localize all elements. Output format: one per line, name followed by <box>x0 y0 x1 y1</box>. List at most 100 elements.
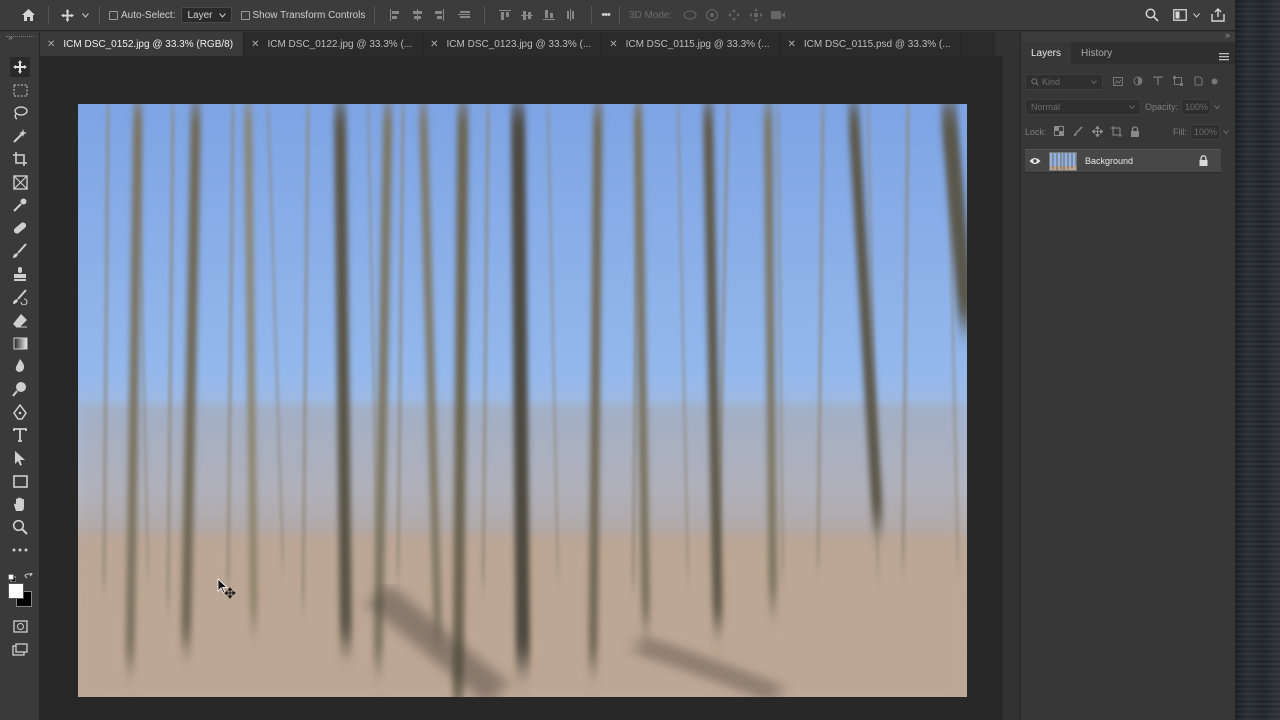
chevron-down-icon[interactable] <box>1223 130 1229 134</box>
toolbar-grip[interactable] <box>6 36 34 40</box>
lock-artboard-icon[interactable] <box>1110 125 1123 139</box>
foreground-color-swatch[interactable] <box>8 583 24 599</box>
gradient-tool-button[interactable] <box>10 333 30 353</box>
collapse-icon[interactable]: » <box>1225 30 1230 40</box>
rectangular-marquee-icon <box>13 84 27 96</box>
tab-icm-dsc-0115-psd[interactable]: ✕ ICM DSC_0115.psd @ 33.3% (... <box>781 32 962 56</box>
swap-colors-icon[interactable] <box>24 569 33 579</box>
layer-row-background[interactable]: Background <box>1025 149 1221 173</box>
frame-tool-button[interactable] <box>10 172 30 192</box>
quick-select-tool-button[interactable] <box>10 126 30 146</box>
kind-filter-dropdown[interactable]: Kind <box>1025 74 1103 90</box>
edit-toolbar-button[interactable] <box>10 540 30 560</box>
3d-rotate-icon[interactable] <box>682 9 698 21</box>
hand-tool-button[interactable] <box>10 494 30 514</box>
move-tool-button[interactable] <box>10 57 30 77</box>
lock-transparent-pixels-icon[interactable] <box>1053 126 1066 138</box>
panel-menu-icon[interactable] <box>1219 48 1229 61</box>
zoom-tool-button[interactable] <box>10 517 30 537</box>
auto-select-target-dropdown[interactable]: Layer <box>181 7 232 23</box>
eyedropper-tool-button[interactable] <box>10 195 30 215</box>
fill-value: 100% <box>1194 127 1218 137</box>
dodge-tool-button[interactable] <box>10 379 30 399</box>
eye-icon[interactable] <box>1025 157 1045 165</box>
quick-mask-button[interactable] <box>10 616 30 636</box>
align-left-icon[interactable] <box>389 9 401 21</box>
filter-toggle-icon[interactable] <box>1211 77 1219 87</box>
blend-mode-dropdown[interactable]: Normal <box>1025 99 1141 115</box>
healing-brush-tool-button[interactable] <box>10 218 30 238</box>
close-icon[interactable]: ✕ <box>788 39 796 50</box>
blur-tool-button[interactable] <box>10 356 30 376</box>
chevron-down-icon[interactable] <box>1214 105 1220 109</box>
3d-scale-icon[interactable] <box>770 9 786 21</box>
distribute-vertical-icon[interactable] <box>565 9 577 21</box>
tab-layers[interactable]: Layers <box>1021 42 1072 64</box>
default-colors-icon[interactable] <box>8 569 17 583</box>
align-bottom-icon[interactable] <box>543 9 556 21</box>
align-vertical-center-icon[interactable] <box>521 9 534 21</box>
share-icon[interactable] <box>1209 8 1227 22</box>
path-select-tool-button[interactable] <box>10 448 30 468</box>
show-transform-checkbox[interactable] <box>240 10 250 20</box>
brush-icon <box>13 243 27 258</box>
search-icon[interactable] <box>1143 8 1161 22</box>
3d-pan-icon[interactable] <box>726 8 742 22</box>
pen-tool-button[interactable] <box>10 402 30 422</box>
blend-row: Normal Opacity: 100% <box>1025 98 1229 116</box>
eraser-tool-button[interactable] <box>10 310 30 330</box>
tab-icm-dsc-0115-jpg[interactable]: ✕ ICM DSC_0115.jpg @ 33.3% (... <box>602 32 781 56</box>
rectangle-tool-button[interactable] <box>10 471 30 491</box>
align-right-icon[interactable] <box>433 9 445 21</box>
shape-filter-icon[interactable] <box>1173 76 1185 88</box>
pixel-filter-icon[interactable] <box>1113 76 1125 88</box>
auto-select-target-value: Layer <box>187 9 213 21</box>
move-tool-icon[interactable] <box>58 6 76 24</box>
lock-image-pixels-icon[interactable] <box>1073 126 1085 138</box>
tools-panel: » <box>0 32 40 720</box>
tab-icm-dsc-0152-jpg[interactable]: ✕ ICM DSC_0152.jpg @ 33.3% (RGB/8) <box>40 32 245 56</box>
workspace-icon[interactable] <box>1171 9 1189 21</box>
history-brush-tool-button[interactable] <box>10 287 30 307</box>
clone-stamp-tool-button[interactable] <box>10 264 30 284</box>
close-icon[interactable]: ✕ <box>430 39 438 50</box>
chevron-down-icon <box>1091 80 1097 84</box>
opacity-input[interactable]: 100% <box>1181 99 1212 115</box>
search-icon <box>1031 78 1039 86</box>
auto-select-checkbox[interactable] <box>109 10 118 20</box>
lock-position-icon[interactable] <box>1090 124 1104 139</box>
opacity-value: 100% <box>1185 102 1209 112</box>
brush-tool-button[interactable] <box>10 241 30 261</box>
type-tool-button[interactable] <box>10 425 30 445</box>
3d-slide-icon[interactable] <box>748 8 764 22</box>
lasso-tool-button[interactable] <box>10 103 30 123</box>
screen-mode-button[interactable] <box>10 639 30 659</box>
divider <box>484 6 486 24</box>
tab-history[interactable]: History <box>1071 42 1122 64</box>
document-canvas-image[interactable] <box>78 104 967 697</box>
tab-icm-dsc-0123-jpg[interactable]: ✕ ICM DSC_0123.jpg @ 33.3% (... <box>423 32 603 56</box>
more-options-button[interactable]: ••• <box>601 9 611 21</box>
chevron-down-icon[interactable] <box>80 12 90 18</box>
align-top-icon[interactable] <box>499 9 512 21</box>
document-tabs: ✕ ICM DSC_0152.jpg @ 33.3% (RGB/8) ✕ ICM… <box>40 32 995 56</box>
smart-object-filter-icon[interactable] <box>1193 76 1205 88</box>
adjustment-filter-icon[interactable] <box>1133 76 1145 88</box>
close-icon[interactable]: ✕ <box>251 39 259 50</box>
tab-icm-dsc-0122-jpg[interactable]: ✕ ICM DSC_0122.jpg @ 33.3% (... <box>244 32 424 56</box>
align-horizontal-center-icon[interactable] <box>411 9 423 21</box>
3d-roll-icon[interactable] <box>704 8 720 22</box>
frame-icon <box>12 174 28 190</box>
fill-input[interactable]: 100% <box>1190 124 1220 140</box>
crop-tool-button[interactable] <box>10 149 30 169</box>
lock-all-icon[interactable] <box>1130 125 1142 139</box>
close-icon[interactable]: ✕ <box>47 39 55 50</box>
type-filter-icon[interactable] <box>1153 76 1165 88</box>
distribute-horizontal-icon[interactable] <box>458 9 471 21</box>
canvas-area[interactable] <box>40 56 1003 720</box>
chevron-down-icon[interactable] <box>1191 12 1201 18</box>
home-icon[interactable] <box>17 4 39 26</box>
marquee-tool-button[interactable] <box>10 80 30 100</box>
quick-mask-icon <box>12 619 28 633</box>
close-icon[interactable]: ✕ <box>609 39 617 50</box>
